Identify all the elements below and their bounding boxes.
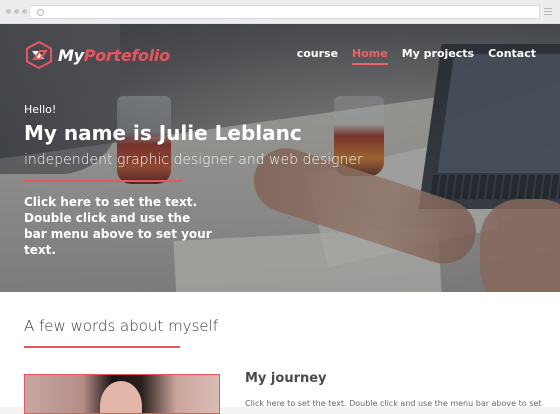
journey-title[interactable]: My journey: [245, 371, 327, 386]
hero-subtitle[interactable]: independent graphic designer and web des…: [24, 152, 363, 168]
about-divider: [24, 346, 180, 348]
nav-item-home[interactable]: Home: [352, 47, 388, 65]
hero-title[interactable]: My name is Julie Leblanc: [24, 121, 302, 145]
hamburger-icon[interactable]: [544, 8, 552, 15]
about-title[interactable]: A few words about myself: [24, 317, 218, 335]
reload-icon[interactable]: [37, 9, 44, 16]
hero-body-text[interactable]: Click here to set the text. Double click…: [24, 194, 214, 258]
hero-divider: [24, 180, 182, 182]
window-dot[interactable]: [6, 9, 11, 14]
logo-accent: Portefolio: [83, 45, 170, 65]
nav-item-course[interactable]: course: [297, 47, 338, 60]
address-bar[interactable]: [29, 5, 540, 19]
browser-chrome: [0, 0, 560, 24]
logo-text: MyPortefolio: [58, 46, 170, 65]
profile-photo[interactable]: [24, 374, 220, 414]
window-dot[interactable]: [14, 9, 19, 14]
main-nav: course Home My projects Contact: [297, 47, 536, 65]
logo-mark-icon: [26, 40, 52, 70]
browser-window: MyPortefolio course Home My projects Con…: [0, 0, 560, 414]
window-controls: [6, 9, 27, 14]
window-dot[interactable]: [22, 9, 27, 14]
site-logo[interactable]: MyPortefolio: [24, 40, 170, 70]
logo-prefix: My: [58, 45, 84, 65]
hero-greeting[interactable]: Hello!: [24, 103, 56, 116]
nav-item-my-projects[interactable]: My projects: [402, 47, 474, 60]
about-section: A few words about myself My journey Clic…: [0, 292, 560, 414]
nav-item-contact[interactable]: Contact: [488, 47, 536, 60]
